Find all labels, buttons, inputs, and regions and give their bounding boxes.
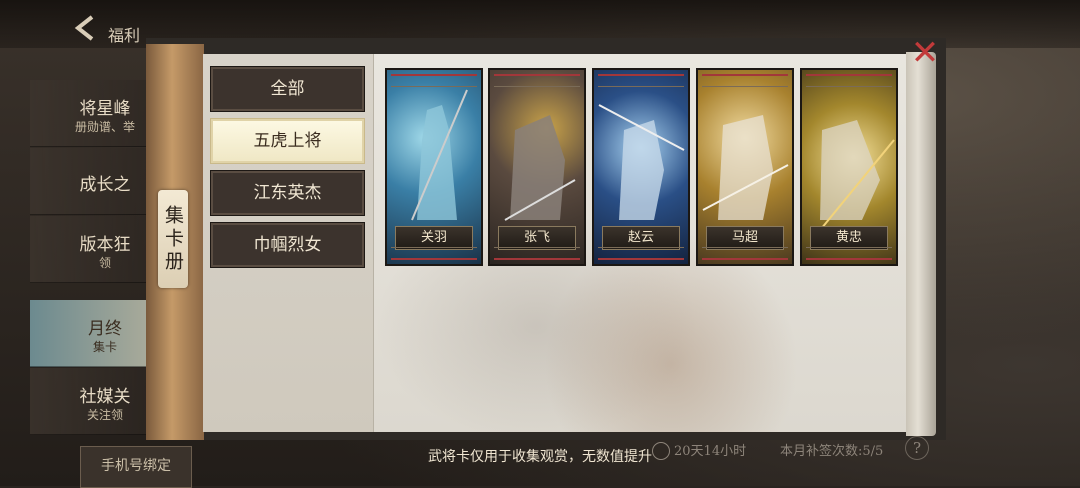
category-all[interactable]: 全部 — [210, 66, 365, 112]
card-border-top — [494, 74, 580, 87]
hero-card[interactable]: 张飞 — [488, 68, 586, 266]
makeup-signin-count: 本月补签次数:5/5 — [780, 444, 884, 459]
clock-icon — [652, 442, 670, 460]
card-border-top — [598, 74, 684, 87]
category-five-tigers[interactable]: 五虎上将 — [210, 118, 365, 164]
hero-card[interactable]: 黄忠 — [800, 68, 898, 266]
card-border-bottom — [391, 247, 477, 260]
close-icon[interactable]: ✕ — [908, 36, 942, 70]
card-border-bottom — [494, 247, 580, 260]
album-spine-label: 集卡册 — [158, 190, 188, 288]
back-arrow-icon[interactable] — [70, 14, 102, 42]
hero-card[interactable]: 马超 — [696, 68, 794, 266]
card-border-top — [806, 74, 892, 87]
card-border-bottom — [598, 247, 684, 260]
event-timer: 20天14小时 — [674, 444, 747, 459]
page-edge — [906, 52, 936, 436]
page-title: 福利 — [108, 26, 141, 45]
card-border-top — [391, 74, 477, 87]
card-border-top — [702, 74, 788, 87]
category-heroines[interactable]: 巾帼烈女 — [210, 222, 365, 268]
card-border-bottom — [806, 247, 892, 260]
card-border-bottom — [702, 247, 788, 260]
help-icon[interactable]: ? — [905, 436, 929, 460]
category-jiangdong[interactable]: 江东英杰 — [210, 170, 365, 216]
hero-card[interactable]: 赵云 — [592, 68, 690, 266]
hero-card[interactable]: 关羽 — [385, 68, 483, 266]
